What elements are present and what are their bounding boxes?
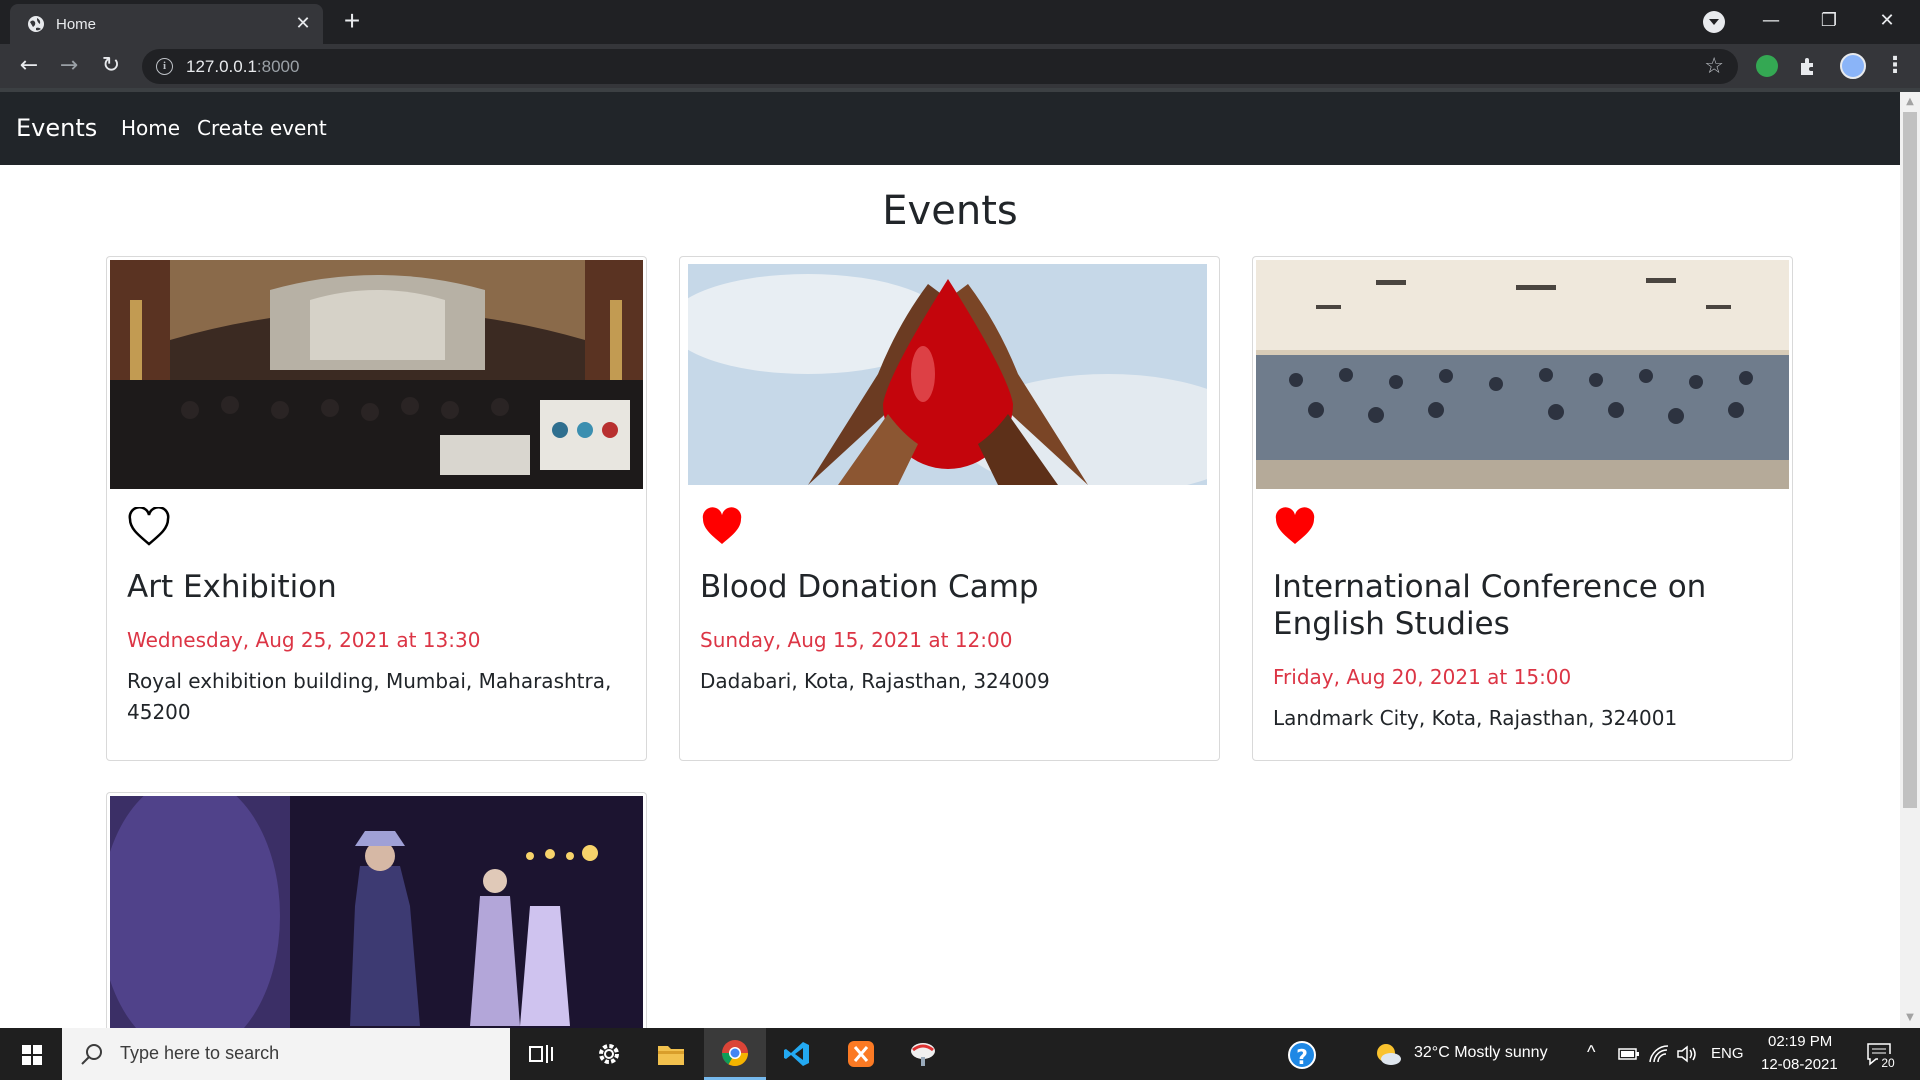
vscode-icon[interactable]: [766, 1028, 828, 1080]
clock-date[interactable]: 12-08-2021: [1761, 1056, 1838, 1073]
app-icon[interactable]: [892, 1028, 954, 1080]
event-image-conference: [1256, 260, 1789, 489]
event-image-blood-donation: [688, 264, 1207, 485]
event-card: Blood Donation Camp Sunday, Aug 15, 2021…: [679, 256, 1220, 761]
browser-tab-strip: Home ✕ + — ❐ ✕: [0, 0, 1920, 44]
weather-sun-cloud-icon[interactable]: [1374, 1041, 1402, 1067]
close-window-button[interactable]: ✕: [1864, 6, 1910, 36]
task-view-icon[interactable]: [510, 1028, 572, 1080]
chrome-menu-icon[interactable]: ⋮: [1884, 53, 1906, 78]
page-title: Events: [882, 188, 1018, 234]
event-date: Wednesday, Aug 25, 2021 at 13:30: [127, 628, 481, 652]
taskbar-search-box[interactable]: Type here to search: [62, 1028, 510, 1080]
new-tab-button[interactable]: +: [338, 7, 366, 36]
scroll-up-icon[interactable]: ▲: [1904, 96, 1916, 108]
windows-logo-icon: [22, 1045, 42, 1065]
event-title: Art Exhibition: [127, 569, 337, 605]
event-card: [106, 792, 647, 1028]
event-title: International Conference on English Stud…: [1273, 569, 1707, 642]
weather-text[interactable]: 32°C Mostly sunny: [1414, 1044, 1548, 1062]
heart-filled-icon[interactable]: [1273, 507, 1317, 547]
start-button[interactable]: [0, 1028, 62, 1080]
page-scrollbar[interactable]: ▲ ▼: [1900, 92, 1920, 1028]
minimize-button[interactable]: —: [1748, 6, 1794, 36]
notification-count: 20: [1878, 1054, 1898, 1072]
browser-toolbar: ← → ↻ i 127.0.0.1:8000 ☆ ⋮: [0, 44, 1920, 88]
event-card: Art Exhibition Wednesday, Aug 25, 2021 a…: [106, 256, 647, 761]
event-card: International Conference on English Stud…: [1252, 256, 1793, 761]
address-bar[interactable]: i 127.0.0.1:8000 ☆: [142, 49, 1738, 84]
heart-filled-icon[interactable]: [700, 507, 744, 547]
wifi-icon[interactable]: [1648, 1044, 1670, 1064]
forward-arrow-icon[interactable]: →: [56, 53, 82, 79]
globe-icon: [26, 14, 46, 34]
extension-plus-icon[interactable]: [1756, 55, 1778, 77]
event-location: Royal exhibition building, Mumbai, Mahar…: [127, 669, 612, 724]
navbar-brand[interactable]: Events: [16, 114, 97, 142]
back-arrow-icon[interactable]: ←: [16, 53, 42, 79]
event-image-exhibition: [110, 260, 643, 489]
url-port: :8000: [256, 57, 300, 76]
file-explorer-icon[interactable]: [640, 1028, 702, 1080]
event-date: Sunday, Aug 15, 2021 at 12:00: [700, 628, 1013, 652]
language-indicator[interactable]: ENG: [1711, 1045, 1744, 1062]
search-placeholder: Type here to search: [120, 1043, 280, 1063]
windows-taskbar: Type here to search ? 32°C Mostly sunny …: [0, 1028, 1920, 1080]
site-navbar: Events Home Create event: [0, 92, 1900, 165]
clock-time[interactable]: 02:19 PM: [1768, 1033, 1832, 1050]
scroll-down-icon[interactable]: ▼: [1904, 1012, 1916, 1024]
extensions-puzzle-icon[interactable]: [1797, 55, 1819, 77]
event-date: Friday, Aug 20, 2021 at 15:00: [1273, 665, 1572, 689]
event-location: Dadabari, Kota, Rajasthan, 324009: [700, 669, 1050, 693]
profile-avatar[interactable]: [1840, 53, 1866, 79]
web-page: Events Home Create event Events Art Exhi…: [0, 92, 1900, 1028]
browser-tab[interactable]: Home ✕: [10, 4, 323, 44]
search-icon: [81, 1044, 102, 1065]
xampp-icon[interactable]: [830, 1028, 892, 1080]
event-image-fashion-show: [110, 796, 643, 1028]
bookmark-star-icon[interactable]: ☆: [1704, 54, 1724, 79]
tab-title: Home: [56, 15, 97, 33]
reload-icon[interactable]: ↻: [98, 53, 124, 79]
restore-button[interactable]: ❐: [1806, 6, 1852, 36]
info-icon[interactable]: i: [156, 58, 173, 75]
help-icon[interactable]: ?: [1288, 1041, 1316, 1069]
volume-icon[interactable]: [1676, 1044, 1698, 1064]
settings-gear-icon[interactable]: [578, 1028, 640, 1080]
url-host: 127.0.0.1: [186, 57, 257, 76]
url-text: 127.0.0.1:8000: [186, 57, 299, 77]
nav-link-home[interactable]: Home: [121, 116, 180, 140]
chrome-taskbar-icon[interactable]: [704, 1028, 766, 1080]
event-title: Blood Donation Camp: [700, 569, 1039, 605]
close-tab-icon[interactable]: ✕: [293, 14, 313, 34]
heart-outline-icon[interactable]: [127, 507, 171, 547]
nav-link-create-event[interactable]: Create event: [197, 116, 327, 140]
tab-search-icon[interactable]: [1703, 11, 1725, 33]
event-location: Landmark City, Kota, Rajasthan, 324001: [1273, 706, 1678, 730]
chevron-up-icon[interactable]: ^: [1587, 1042, 1595, 1063]
battery-icon[interactable]: [1618, 1046, 1640, 1062]
scroll-thumb[interactable]: [1903, 112, 1917, 808]
